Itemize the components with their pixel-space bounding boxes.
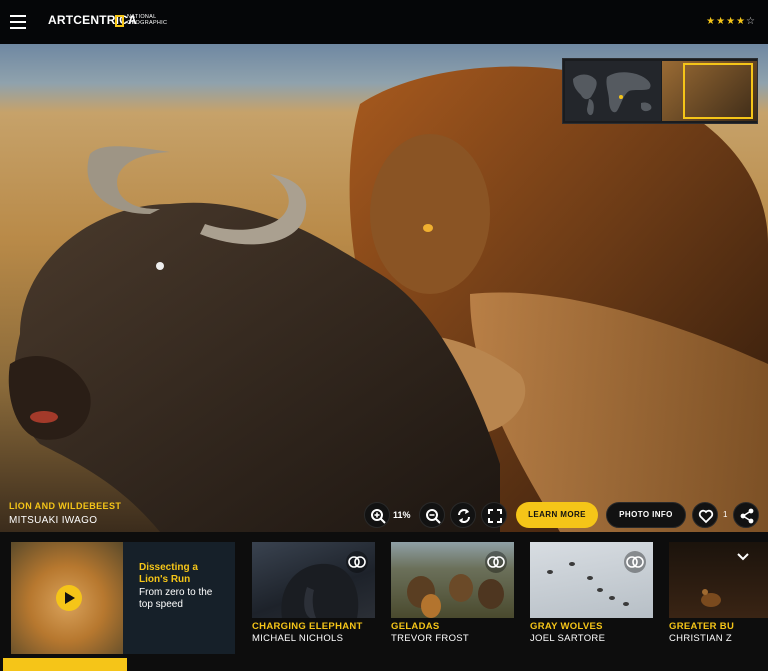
related-thumb-greater-bustard[interactable] <box>669 542 768 618</box>
share-button[interactable] <box>733 502 759 528</box>
fullscreen-button[interactable] <box>481 502 507 528</box>
top-bar: ARTCENTRICA NATIONAL GEOGRAPHIC ★★★★☆ <box>0 0 768 44</box>
viewport-frame[interactable] <box>683 63 753 119</box>
menu-icon[interactable] <box>10 15 26 29</box>
feature-subtitle: From zero to the top speed <box>139 587 213 610</box>
related-title[interactable]: GRAY WOLVES <box>530 621 603 632</box>
related-thumb-geladas[interactable] <box>391 542 514 618</box>
zoom-level: 11% <box>393 510 411 520</box>
related-thumb-charging-elephant[interactable] <box>252 542 375 618</box>
zoom-in-icon <box>371 509 386 524</box>
like-button[interactable] <box>692 502 718 528</box>
rotate-button[interactable] <box>450 502 476 528</box>
related-thumb-gray-wolves[interactable] <box>530 542 653 618</box>
compare-icon[interactable] <box>485 551 507 573</box>
heart-icon <box>698 509 714 524</box>
related-author: MICHAEL NICHOLS <box>252 633 344 644</box>
play-button[interactable] <box>56 585 82 611</box>
related-author: CHRISTIAN Z <box>669 633 732 644</box>
rating-stars[interactable]: ★★★★☆ <box>706 16 756 27</box>
related-title[interactable]: CHARGING ELEPHANT <box>252 621 363 632</box>
related-title[interactable]: GELADAS <box>391 621 440 632</box>
bird-image <box>701 589 721 607</box>
navigator-minimap[interactable] <box>562 58 758 124</box>
share-icon <box>740 508 754 524</box>
compare-icon[interactable] <box>624 551 646 573</box>
zoom-out-button[interactable] <box>419 502 445 528</box>
lion-video-thumbnail[interactable] <box>11 542 123 654</box>
photo-stage[interactable] <box>0 44 768 532</box>
play-icon <box>65 592 75 604</box>
compare-icon[interactable] <box>346 551 368 573</box>
zoom-out-icon <box>426 509 441 524</box>
photo-author: MITSUAKI IWAGO <box>9 515 98 526</box>
partner-logo-text: NATIONAL GEOGRAPHIC <box>127 14 168 26</box>
like-count: 1 <box>723 510 728 519</box>
photo-title[interactable]: LION AND WILDEBEEST <box>9 501 121 511</box>
fullscreen-icon <box>488 509 502 523</box>
feature-title[interactable]: Dissecting a Lion's Run <box>139 562 198 586</box>
chevron-down-icon[interactable] <box>737 552 749 562</box>
photo-info-button[interactable]: PHOTO INFO <box>606 502 686 528</box>
related-author: JOEL SARTORE <box>530 633 606 644</box>
rotate-icon <box>458 509 470 523</box>
zoom-in-button[interactable] <box>364 502 390 528</box>
learn-more-button[interactable]: LEARN MORE <box>516 502 598 528</box>
related-title[interactable]: GREATER BU <box>669 621 768 632</box>
feature-video-card[interactable]: Dissecting a Lion's Run From zero to the… <box>11 542 235 654</box>
national-geographic-logo <box>115 15 124 27</box>
world-map <box>565 61 661 121</box>
scroll-progress-bar[interactable] <box>3 658 127 671</box>
related-author: TREVOR FROST <box>391 633 470 644</box>
